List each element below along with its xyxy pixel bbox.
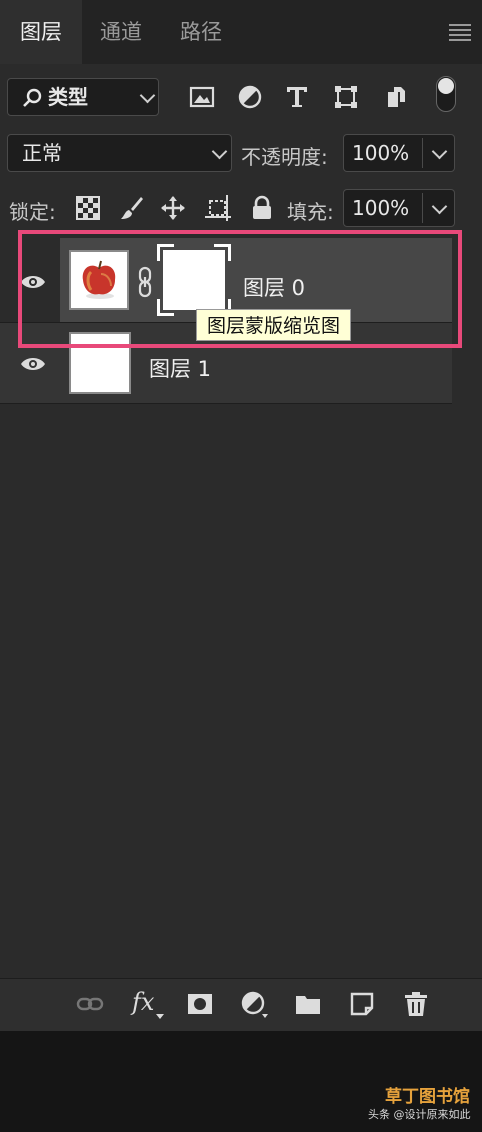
lock-position-icon[interactable] bbox=[160, 195, 186, 221]
chevron-down-icon bbox=[211, 143, 228, 160]
artboard-icon[interactable] bbox=[205, 195, 231, 221]
add-mask-icon[interactable] bbox=[186, 990, 214, 1018]
chevron-down-icon bbox=[139, 87, 156, 104]
search-icon bbox=[23, 88, 42, 107]
tab-channels[interactable]: 通道 bbox=[82, 0, 160, 64]
opacity-value[interactable]: 100% bbox=[352, 135, 409, 171]
filter-toggle[interactable] bbox=[436, 76, 456, 112]
opacity-field[interactable]: 100% bbox=[343, 134, 455, 172]
fx-label: fx bbox=[132, 988, 155, 1016]
lock-image-pixels-icon[interactable] bbox=[119, 195, 145, 221]
adjustment-filter-icon[interactable] bbox=[237, 84, 263, 110]
panel-menu-icon[interactable] bbox=[449, 24, 471, 41]
panel-tab-bar: 图层 通道 路径 bbox=[0, 0, 482, 64]
lock-all-icon[interactable] bbox=[249, 195, 275, 221]
new-group-icon[interactable] bbox=[294, 990, 322, 1018]
watermark-credit: 头条 @设计原来如此 bbox=[368, 1108, 471, 1121]
lock-transparent-pixels-icon[interactable] bbox=[75, 195, 101, 221]
opacity-label: 不透明度: bbox=[241, 145, 328, 169]
watermark-brand: 草丁图书馆 bbox=[385, 1087, 470, 1107]
chevron-down-icon[interactable] bbox=[431, 143, 448, 160]
fill-label: 填充: bbox=[287, 200, 334, 224]
blend-mode-dropdown[interactable]: 正常 bbox=[7, 134, 232, 172]
type-filter-icon[interactable] bbox=[284, 84, 310, 110]
lock-label: 锁定: bbox=[9, 200, 56, 224]
mask-thumbnail-tooltip: 图层蒙版缩览图 bbox=[196, 309, 352, 341]
fill-value[interactable]: 100% bbox=[352, 190, 409, 226]
fx-icon[interactable]: fx bbox=[132, 988, 166, 1022]
new-layer-icon[interactable] bbox=[348, 990, 376, 1018]
tab-layers[interactable]: 图层 bbox=[0, 0, 82, 64]
chevron-down-icon[interactable] bbox=[431, 198, 448, 215]
link-layers-icon[interactable] bbox=[76, 990, 104, 1018]
blend-mode-value: 正常 bbox=[22, 141, 62, 165]
fill-field[interactable]: 100% bbox=[343, 189, 455, 227]
delete-icon[interactable] bbox=[402, 990, 430, 1018]
shape-filter-icon[interactable] bbox=[333, 84, 359, 110]
adjustment-layer-icon[interactable] bbox=[240, 990, 268, 1018]
filter-kind-value: 类型 bbox=[48, 85, 88, 109]
tab-paths[interactable]: 路径 bbox=[160, 0, 242, 64]
toggle-knob bbox=[438, 78, 454, 94]
image-filter-icon[interactable] bbox=[189, 84, 215, 110]
filter-kind-dropdown[interactable]: 类型 bbox=[7, 78, 159, 116]
smart-object-filter-icon[interactable] bbox=[383, 84, 409, 110]
layer-name[interactable]: 图层 1 bbox=[149, 353, 211, 383]
visibility-eye-icon[interactable] bbox=[20, 356, 46, 372]
